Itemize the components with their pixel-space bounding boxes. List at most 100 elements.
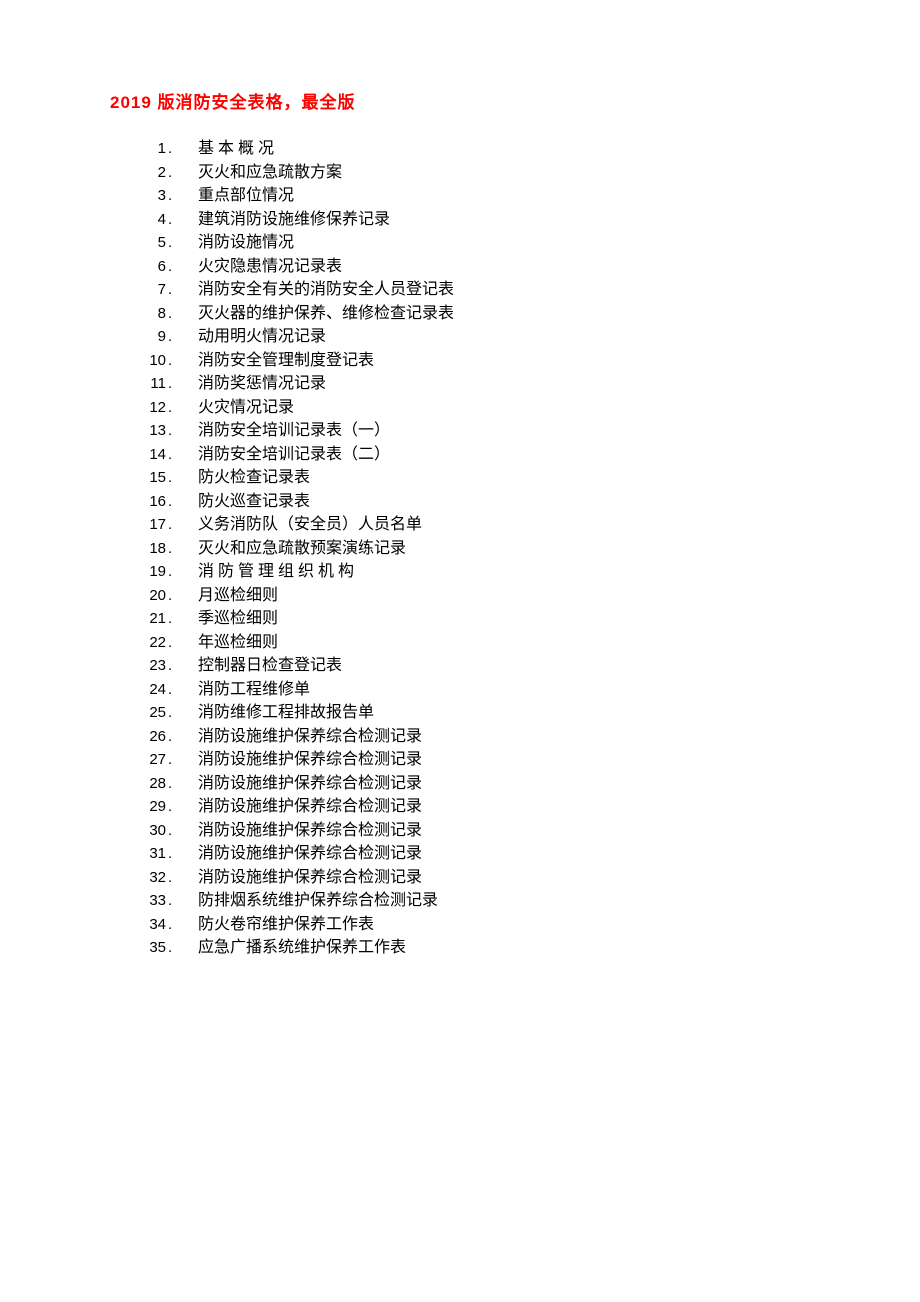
item-separator: . bbox=[166, 161, 198, 185]
toc-item: 29.消防设施维护保养综合检测记录 bbox=[128, 795, 920, 819]
item-number: 35 bbox=[128, 936, 166, 960]
item-text: 月巡检细则 bbox=[198, 584, 278, 608]
item-text: 义务消防队（安全员）人员名单 bbox=[198, 513, 422, 537]
toc-item: 21.季巡检细则 bbox=[128, 607, 920, 631]
item-separator: . bbox=[166, 396, 198, 420]
item-separator: . bbox=[166, 584, 198, 608]
toc-item: 27.消防设施维护保养综合检测记录 bbox=[128, 748, 920, 772]
item-separator: . bbox=[166, 913, 198, 937]
item-number: 22 bbox=[128, 631, 166, 655]
toc-item: 3.重点部位情况 bbox=[128, 184, 920, 208]
item-number: 14 bbox=[128, 443, 166, 467]
toc-item: 4.建筑消防设施维修保养记录 bbox=[128, 208, 920, 232]
item-text: 消防工程维修单 bbox=[198, 678, 310, 702]
item-number: 4 bbox=[128, 208, 166, 232]
item-number: 33 bbox=[128, 889, 166, 913]
item-text: 季巡检细则 bbox=[198, 607, 278, 631]
item-number: 13 bbox=[128, 419, 166, 443]
item-separator: . bbox=[166, 137, 198, 161]
item-text: 消防设施情况 bbox=[198, 231, 294, 255]
item-separator: . bbox=[166, 466, 198, 490]
item-separator: . bbox=[166, 302, 198, 326]
item-text: 控制器日检查登记表 bbox=[198, 654, 342, 678]
item-separator: . bbox=[166, 490, 198, 514]
item-number: 3 bbox=[128, 184, 166, 208]
toc-item: 20.月巡检细则 bbox=[128, 584, 920, 608]
toc-item: 1.基 本 概 况 bbox=[128, 137, 920, 161]
item-separator: . bbox=[166, 208, 198, 232]
item-text: 年巡检细则 bbox=[198, 631, 278, 655]
item-number: 20 bbox=[128, 584, 166, 608]
item-number: 15 bbox=[128, 466, 166, 490]
item-separator: . bbox=[166, 372, 198, 396]
item-separator: . bbox=[166, 325, 198, 349]
item-text: 火灾隐患情况记录表 bbox=[198, 255, 342, 279]
item-separator: . bbox=[166, 278, 198, 302]
item-separator: . bbox=[166, 184, 198, 208]
item-separator: . bbox=[166, 560, 198, 584]
item-number: 10 bbox=[128, 349, 166, 373]
toc-item: 14.消防安全培训记录表（二） bbox=[128, 443, 920, 467]
item-separator: . bbox=[166, 701, 198, 725]
toc-item: 9.动用明火情况记录 bbox=[128, 325, 920, 349]
item-text: 动用明火情况记录 bbox=[198, 325, 326, 349]
toc-item: 18.灭火和应急疏散预案演练记录 bbox=[128, 537, 920, 561]
item-text: 消 防 管 理 组 织 机 构 bbox=[198, 560, 354, 584]
toc-list: 1.基 本 概 况2.灭火和应急疏散方案3.重点部位情况4.建筑消防设施维修保养… bbox=[110, 137, 920, 960]
item-text: 灭火和应急疏散预案演练记录 bbox=[198, 537, 406, 561]
toc-item: 31.消防设施维护保养综合检测记录 bbox=[128, 842, 920, 866]
item-number: 16 bbox=[128, 490, 166, 514]
toc-item: 32.消防设施维护保养综合检测记录 bbox=[128, 866, 920, 890]
toc-item: 25.消防维修工程排故报告单 bbox=[128, 701, 920, 725]
item-number: 19 bbox=[128, 560, 166, 584]
toc-item: 34.防火卷帘维护保养工作表 bbox=[128, 913, 920, 937]
toc-item: 33.防排烟系统维护保养综合检测记录 bbox=[128, 889, 920, 913]
item-number: 7 bbox=[128, 278, 166, 302]
item-separator: . bbox=[166, 936, 198, 960]
item-separator: . bbox=[166, 866, 198, 890]
item-separator: . bbox=[166, 889, 198, 913]
item-text: 火灾情况记录 bbox=[198, 396, 294, 420]
item-separator: . bbox=[166, 842, 198, 866]
toc-item: 28.消防设施维护保养综合检测记录 bbox=[128, 772, 920, 796]
item-text: 消防设施维护保养综合检测记录 bbox=[198, 725, 422, 749]
item-number: 32 bbox=[128, 866, 166, 890]
item-separator: . bbox=[166, 678, 198, 702]
item-separator: . bbox=[166, 255, 198, 279]
item-number: 8 bbox=[128, 302, 166, 326]
toc-item: 10.消防安全管理制度登记表 bbox=[128, 349, 920, 373]
toc-item: 30.消防设施维护保养综合检测记录 bbox=[128, 819, 920, 843]
item-text: 消防设施维护保养综合检测记录 bbox=[198, 795, 422, 819]
item-text: 消防安全有关的消防安全人员登记表 bbox=[198, 278, 454, 302]
item-separator: . bbox=[166, 419, 198, 443]
item-separator: . bbox=[166, 795, 198, 819]
item-text: 消防设施维护保养综合检测记录 bbox=[198, 842, 422, 866]
item-number: 23 bbox=[128, 654, 166, 678]
item-separator: . bbox=[166, 631, 198, 655]
item-number: 5 bbox=[128, 231, 166, 255]
item-separator: . bbox=[166, 725, 198, 749]
item-separator: . bbox=[166, 819, 198, 843]
item-separator: . bbox=[166, 231, 198, 255]
toc-item: 7.消防安全有关的消防安全人员登记表 bbox=[128, 278, 920, 302]
item-text: 基 本 概 况 bbox=[198, 137, 274, 161]
item-number: 18 bbox=[128, 537, 166, 561]
item-separator: . bbox=[166, 748, 198, 772]
item-text: 防排烟系统维护保养综合检测记录 bbox=[198, 889, 438, 913]
item-text: 防火检查记录表 bbox=[198, 466, 310, 490]
item-number: 2 bbox=[128, 161, 166, 185]
item-number: 17 bbox=[128, 513, 166, 537]
item-text: 重点部位情况 bbox=[198, 184, 294, 208]
toc-item: 15.防火检查记录表 bbox=[128, 466, 920, 490]
item-number: 29 bbox=[128, 795, 166, 819]
toc-item: 24.消防工程维修单 bbox=[128, 678, 920, 702]
toc-item: 16.防火巡查记录表 bbox=[128, 490, 920, 514]
item-number: 11 bbox=[128, 372, 166, 396]
item-text: 消防设施维护保养综合检测记录 bbox=[198, 866, 422, 890]
toc-item: 5.消防设施情况 bbox=[128, 231, 920, 255]
toc-item: 26.消防设施维护保养综合检测记录 bbox=[128, 725, 920, 749]
item-number: 6 bbox=[128, 255, 166, 279]
item-text: 应急广播系统维护保养工作表 bbox=[198, 936, 406, 960]
item-text: 消防奖惩情况记录 bbox=[198, 372, 326, 396]
item-text: 防火巡查记录表 bbox=[198, 490, 310, 514]
